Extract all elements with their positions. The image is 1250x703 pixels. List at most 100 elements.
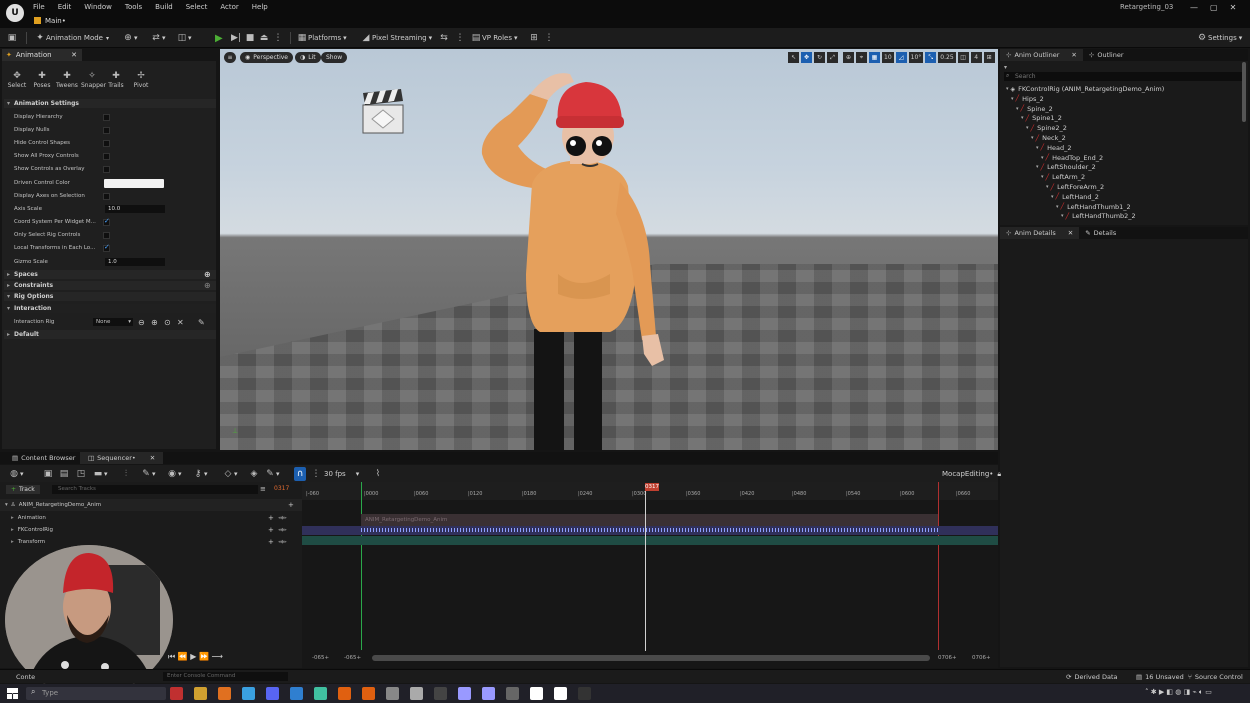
sequence-name[interactable]: MocapEditing• 🔒︎ xyxy=(942,467,1001,481)
viewport-menu-button[interactable]: ≡ xyxy=(224,52,236,63)
add-key-icon[interactable]: + xyxy=(268,514,274,522)
tool-select[interactable]: ✥ Select xyxy=(6,71,28,89)
chevron-down-icon[interactable]: ▾ xyxy=(1061,213,1064,219)
coord-system-checkbox[interactable] xyxy=(103,217,110,226)
multi-user-button[interactable]: ⇆ xyxy=(438,31,450,45)
add-space-icon[interactable]: ⊕ xyxy=(204,270,211,279)
key-nav-icon[interactable]: ◂◆▸ xyxy=(278,539,287,545)
tab-details[interactable]: ✎ Details xyxy=(1079,227,1122,239)
play-options-button[interactable]: ▶| xyxy=(230,31,242,45)
add-content-button[interactable]: ⊕ ▾ xyxy=(122,31,137,45)
map-tab[interactable]: Main• xyxy=(34,15,66,26)
rotate-tool-icon[interactable]: ↻ xyxy=(814,52,825,63)
menu-actor[interactable]: Actor xyxy=(220,3,238,11)
playback-options-button[interactable]: ⫶ xyxy=(120,467,132,481)
camera-speed-value[interactable]: 4 xyxy=(970,52,982,63)
driven-color-swatch[interactable] xyxy=(104,178,164,188)
add-constraint-icon[interactable]: ⊕ xyxy=(204,281,211,290)
filter-icon[interactable]: ▾ xyxy=(1004,64,1007,71)
blueprint-button[interactable]: ⇄ ▾ xyxy=(150,31,165,45)
chevron-down-icon[interactable]: ▾ xyxy=(1031,135,1034,141)
outliner-node[interactable]: ▾ ╱ LeftHandThumb2_2 xyxy=(1061,211,1136,221)
outliner-search-input[interactable]: Search xyxy=(1004,72,1244,81)
taskbar-app-icon[interactable] xyxy=(362,687,375,700)
more-button[interactable]: ⋮ xyxy=(543,31,555,45)
close-icon[interactable]: ✕ xyxy=(1068,229,1073,237)
frame-rate-dropdown[interactable]: 30 fps ▾ xyxy=(324,467,359,481)
outliner-node[interactable]: ▾ ╱ LeftHandThumb1_2 xyxy=(1056,202,1131,212)
save-sequence-button[interactable]: ▣ xyxy=(42,467,54,481)
taskbar-app-icon[interactable] xyxy=(506,687,519,700)
eject-button[interactable]: ⏏ xyxy=(258,31,270,45)
derived-data-button[interactable]: ⟳ Derived Data xyxy=(1066,673,1118,681)
tab-sequencer[interactable]: ◫ Sequencer• ✕ xyxy=(80,452,164,464)
browse-icon[interactable]: ⊖ xyxy=(138,318,145,327)
camera-cut-button[interactable]: ▬ ▾ xyxy=(92,467,108,481)
taskbar-app-icon[interactable] xyxy=(314,687,327,700)
tool-trails[interactable]: ✚ Trails xyxy=(105,71,127,89)
section-interaction[interactable]: Interaction xyxy=(4,304,216,313)
menu-help[interactable]: Help xyxy=(252,3,268,11)
loop-icon[interactable]: ⟶ xyxy=(211,652,222,661)
find-icon[interactable]: ⊕ xyxy=(151,318,158,327)
track-row-fkcontrolrig[interactable]: ▸ FKControlRig + ◂◆▸ xyxy=(0,524,302,536)
working-range-end[interactable]: 0706+ xyxy=(938,655,957,661)
display-axes-checkbox[interactable] xyxy=(103,192,110,200)
level-sequence-actor-icon[interactable] xyxy=(360,89,406,137)
chevron-down-icon[interactable]: ▾ xyxy=(1016,106,1019,112)
tab-outliner[interactable]: ⊹ Outliner xyxy=(1083,49,1130,61)
windows-start-icon[interactable] xyxy=(7,688,18,699)
tool-tweens[interactable]: ✚ Tweens xyxy=(56,71,78,89)
close-icon[interactable]: ✕ xyxy=(71,51,77,59)
taskbar-app-icon[interactable] xyxy=(242,687,255,700)
outliner-node[interactable]: ▾ ╱ Hips_2 xyxy=(1011,94,1044,104)
animation-tab[interactable]: ✦ Animation ✕ xyxy=(2,49,82,61)
close-window-button[interactable]: ✕ xyxy=(1230,3,1237,12)
playhead[interactable]: 0317 xyxy=(645,483,659,491)
lit-button[interactable]: ◑ Lit xyxy=(295,52,321,63)
view-options-button[interactable]: ◉ ▾ xyxy=(166,467,181,481)
tool-poses[interactable]: ✚ Poses xyxy=(31,71,53,89)
grid-snap-value[interactable]: 10 xyxy=(882,52,894,63)
taskbar-app-icon[interactable] xyxy=(194,687,207,700)
chevron-down-icon[interactable]: ▾ xyxy=(1056,204,1059,210)
render-button[interactable]: ◳ xyxy=(75,467,87,481)
select-tool-icon[interactable]: ↖ xyxy=(788,52,799,63)
playback-end-marker[interactable] xyxy=(938,482,939,650)
content-drawer-button[interactable]: Conte xyxy=(16,673,35,681)
chevron-down-icon[interactable]: ▾ xyxy=(1006,86,1009,92)
source-control-button[interactable]: ⑂ Source Control xyxy=(1188,673,1243,681)
taskbar-app-icon[interactable] xyxy=(386,687,399,700)
show-proxy-checkbox[interactable] xyxy=(103,152,110,160)
track-row-animation[interactable]: ▸ Animation + ◂◆▸ xyxy=(0,512,302,524)
grid-snap-icon[interactable]: ▦ xyxy=(869,52,880,63)
menu-window[interactable]: Window xyxy=(84,3,112,11)
tab-anim-outliner[interactable]: ⊹ Anim Outliner ✕ xyxy=(1000,49,1083,61)
chevron-down-icon[interactable]: ▾ xyxy=(1036,145,1039,151)
mode-dropdown[interactable]: ✦ Animation Mode ▾ xyxy=(34,31,109,45)
outliner-node[interactable]: ▾ ╱ LeftShoulder_2 xyxy=(1036,162,1096,172)
play-forward-icon[interactable]: ▶ xyxy=(190,652,196,661)
taskbar-search-input[interactable]: Type xyxy=(26,687,166,700)
lock-icon[interactable]: 🔒︎ xyxy=(997,470,1001,479)
unreal-logo-icon[interactable]: U xyxy=(6,4,24,22)
step-back-icon[interactable]: ⏪ xyxy=(178,652,188,661)
view-range-start[interactable]: -065+ xyxy=(312,655,329,661)
menu-tools[interactable]: Tools xyxy=(125,3,142,11)
show-overlay-checkbox[interactable] xyxy=(103,165,110,173)
menu-select[interactable]: Select xyxy=(186,3,208,11)
add-track-icon[interactable]: + xyxy=(288,501,294,509)
clear-icon[interactable]: ✕ xyxy=(177,318,184,327)
transform-track-bar[interactable] xyxy=(302,536,998,545)
outliner-node[interactable]: ▾ ╱ Spine1_2 xyxy=(1021,113,1062,123)
play-button[interactable]: ▶ xyxy=(215,31,223,45)
camera-speed-icon[interactable]: ◫ xyxy=(957,52,969,63)
menu-edit[interactable]: Edit xyxy=(58,3,72,11)
translate-tool-icon[interactable]: ✥ xyxy=(801,52,812,63)
taskbar-app-icon[interactable] xyxy=(554,687,567,700)
interaction-rig-select[interactable]: None ▾ xyxy=(93,318,133,326)
hide-control-shapes-checkbox[interactable] xyxy=(103,139,110,147)
outliner-node[interactable]: ▾ ╱ LeftHand_2 xyxy=(1051,192,1099,202)
jump-start-icon[interactable]: ⏮ xyxy=(168,652,175,661)
taskbar-app-icon[interactable] xyxy=(290,687,303,700)
